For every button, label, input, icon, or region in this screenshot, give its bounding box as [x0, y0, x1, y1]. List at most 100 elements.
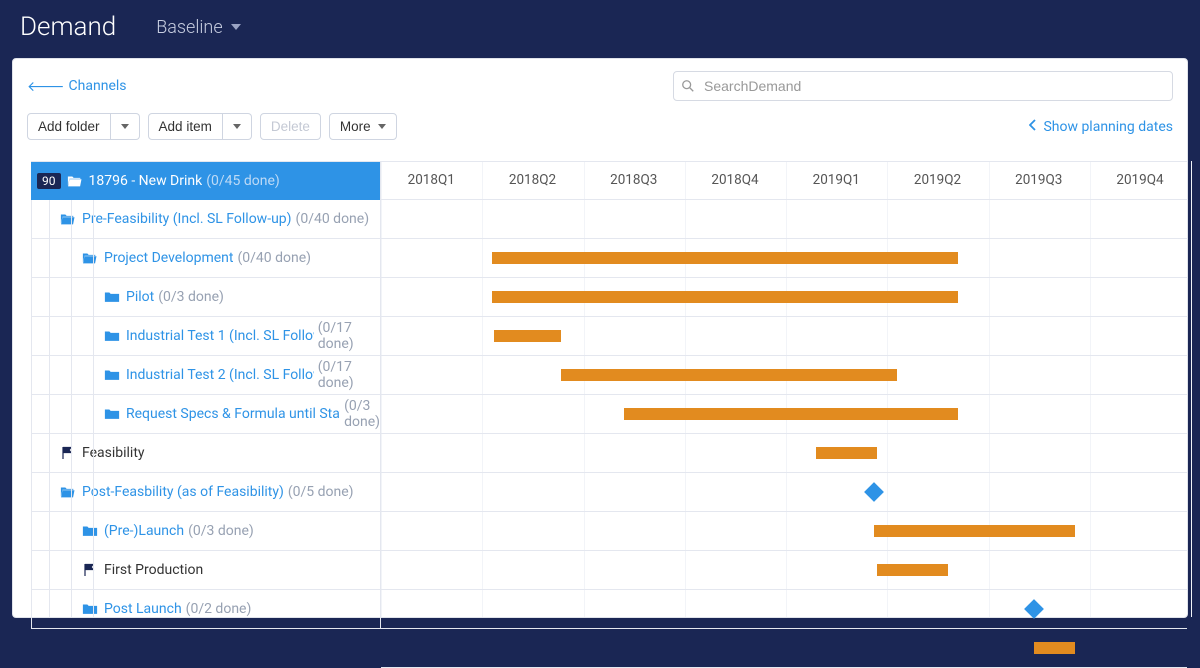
grid-line — [1191, 161, 1192, 617]
gantt-bar[interactable] — [492, 252, 958, 264]
row-label: Industrial Test 2 (Incl. SL Follow-up) — [126, 367, 314, 383]
folder-icon — [67, 174, 83, 188]
quarter-label: 2018Q2 — [509, 172, 556, 188]
gantt-row — [381, 278, 1187, 317]
gantt-row — [381, 473, 1187, 512]
gantt-row — [381, 200, 1187, 239]
panel-top: 🡐 Channels — [13, 59, 1187, 113]
baseline-dropdown[interactable]: Baseline — [156, 17, 240, 38]
gantt-row — [381, 395, 1187, 434]
search-wrap — [673, 71, 1173, 101]
gantt-bar[interactable] — [561, 369, 897, 381]
flag-icon — [82, 563, 98, 577]
gantt-rows — [381, 200, 1187, 668]
caret-down-icon — [121, 124, 129, 129]
folder-icon — [82, 602, 98, 616]
tree-row[interactable]: Feasibility — [31, 434, 381, 473]
gantt-bar[interactable] — [1034, 642, 1075, 654]
folder-icon — [104, 407, 120, 421]
tree-row[interactable]: Pre-Feasibility (Incl. SL Follow-up)(0/4… — [31, 200, 381, 239]
done-count: (0/45 done) — [206, 173, 280, 189]
caret-down-icon — [233, 124, 241, 129]
indent-line — [93, 200, 94, 617]
row-label: Post Launch — [104, 601, 182, 617]
row-label: Pilot — [126, 289, 154, 305]
caret-down-icon — [378, 124, 386, 129]
gantt-row — [381, 512, 1187, 551]
main-panel: 🡐 Channels Add folder Add item Delete Mo… — [12, 58, 1188, 618]
folder-icon — [60, 485, 76, 499]
done-count: (0/17 done) — [318, 359, 380, 391]
tree-row[interactable]: Industrial Test 2 (Incl. SL Follow-up)(0… — [31, 356, 381, 395]
back-link-channels[interactable]: 🡐 Channels — [27, 78, 127, 95]
grid: 90 18796 - New Drink(0/45 done) Pre-Feasib… — [13, 161, 1187, 617]
folder-icon — [104, 329, 120, 343]
toolbar: Add folder Add item Delete More Show pla… — [13, 113, 1187, 152]
folder-icon — [60, 212, 76, 226]
gantt-bar[interactable] — [816, 447, 877, 459]
row-label: Pre-Feasibility (Incl. SL Follow-up) — [82, 211, 292, 227]
quarter-label: 2019Q4 — [1116, 172, 1163, 188]
row-label: Feasibility — [82, 445, 145, 461]
quarter-label: 2018Q1 — [408, 172, 455, 188]
task-tree: 90 18796 - New Drink(0/45 done) Pre-Feasib… — [31, 161, 381, 617]
search-input[interactable] — [673, 71, 1173, 101]
gantt-bar[interactable] — [492, 291, 958, 303]
status-num: 90 — [37, 173, 61, 189]
back-link-label: Channels — [69, 78, 127, 94]
tree-row[interactable]: Pilot(0/3 done) — [31, 278, 381, 317]
gantt-bar[interactable] — [624, 408, 958, 420]
delete-button[interactable]: Delete — [260, 113, 321, 140]
quarter-label: 2018Q3 — [610, 172, 657, 188]
quarter-label: 2018Q4 — [711, 172, 758, 188]
add-item-caret[interactable] — [223, 113, 252, 140]
more-button[interactable]: More — [329, 113, 397, 140]
gantt-bar[interactable] — [874, 525, 1074, 537]
milestone-diamond[interactable] — [1024, 599, 1044, 619]
gantt-bar[interactable] — [877, 564, 948, 576]
gantt-row — [381, 356, 1187, 395]
search-icon — [681, 79, 695, 93]
chevron-left-icon — [1029, 119, 1037, 135]
row-label: (Pre-)Launch — [104, 523, 184, 539]
gantt-row — [381, 629, 1187, 668]
tree-row[interactable]: Request Specs & Formula until Status 200… — [31, 395, 381, 434]
tree-row[interactable]: Post-Feasbility (as of Feasibility)(0/5 … — [31, 473, 381, 512]
add-folder-caret[interactable] — [111, 113, 140, 140]
app-header: Demand Baseline — [0, 0, 1200, 58]
row-label: First Production — [104, 562, 203, 578]
flag-icon — [60, 446, 76, 460]
done-count: (0/17 done) — [318, 320, 380, 352]
quarter-label: 2019Q1 — [813, 172, 860, 188]
tree-row[interactable]: Project Development(0/40 done) — [31, 239, 381, 278]
folder-icon — [104, 368, 120, 382]
add-folder-button[interactable]: Add folder — [27, 113, 111, 140]
milestone-diamond[interactable] — [864, 482, 884, 502]
gantt-row — [381, 317, 1187, 356]
tree-row[interactable]: (Pre-)Launch(0/3 done) — [31, 512, 381, 551]
tree-row[interactable]: First Production — [31, 551, 381, 590]
row-label: Post-Feasbility (as of Feasibility) — [82, 484, 284, 500]
done-count: (0/5 done) — [288, 484, 354, 500]
quarter-label: 2019Q2 — [914, 172, 961, 188]
tree-row[interactable]: 90 18796 - New Drink(0/45 done) — [31, 161, 381, 200]
tree-row[interactable]: Post Launch(0/2 done) — [31, 590, 381, 629]
gantt-row — [381, 434, 1187, 473]
add-item-button[interactable]: Add item — [148, 113, 223, 140]
done-count: (0/40 done) — [237, 250, 311, 266]
row-label: 18796 - New Drink — [89, 173, 203, 189]
done-count: (0/40 done) — [296, 211, 370, 227]
gantt-row — [381, 551, 1187, 590]
arrow-left-icon: 🡐 — [27, 78, 65, 95]
baseline-label: Baseline — [156, 17, 222, 38]
gantt-bar[interactable] — [494, 330, 561, 342]
done-count: (0/3 done) — [344, 398, 380, 430]
gantt-row — [381, 239, 1187, 278]
row-label: Project Development — [104, 250, 233, 266]
quarter-label: 2019Q3 — [1015, 172, 1062, 188]
show-planning-dates-link[interactable]: Show planning dates — [1029, 119, 1173, 135]
tree-row[interactable]: Industrial Test 1 (Incl. SL Follow-up)(0… — [31, 317, 381, 356]
done-count: (0/3 done) — [158, 289, 224, 305]
row-label: Request Specs & Formula until Status 200… — [126, 406, 340, 422]
folder-icon — [82, 524, 98, 538]
